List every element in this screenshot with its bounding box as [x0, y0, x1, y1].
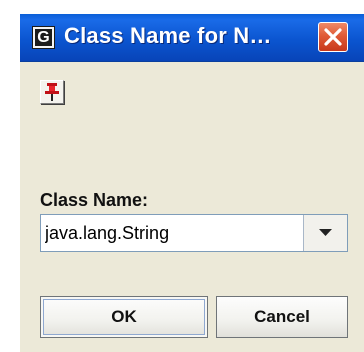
app-icon-letter: G [35, 29, 52, 46]
class-name-combobox[interactable] [40, 214, 348, 252]
app-icon: G [32, 26, 55, 49]
chevron-down-icon [319, 229, 332, 236]
title-bar[interactable]: G Class Name for N… [20, 14, 364, 62]
window-title: Class Name for N… [64, 23, 272, 48]
pin-icon [45, 83, 59, 101]
ok-button[interactable]: OK [40, 296, 208, 338]
dropdown-button[interactable] [303, 215, 347, 251]
close-icon [324, 28, 342, 46]
class-name-label: Class Name: [40, 190, 149, 210]
class-name-dialog: G Class Name for N… Class Name: OK Cance… [20, 14, 364, 352]
pin-button[interactable] [40, 80, 64, 104]
cancel-button[interactable]: Cancel [216, 296, 348, 338]
close-button[interactable] [318, 22, 348, 52]
class-name-input[interactable] [43, 216, 307, 250]
